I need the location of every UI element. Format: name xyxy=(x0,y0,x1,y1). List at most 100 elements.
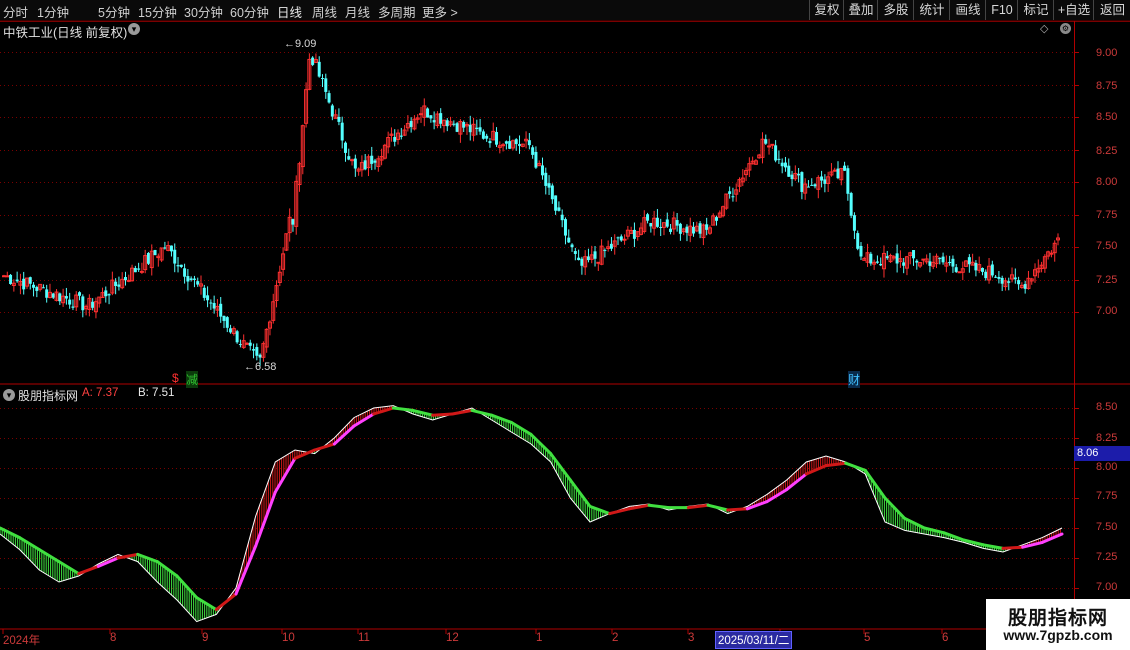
price-tick: 8.75 xyxy=(1096,80,1118,92)
candlestick xyxy=(832,167,837,172)
candlestick xyxy=(596,261,601,271)
candlestick xyxy=(698,221,702,239)
overlay-button[interactable]: 叠加 xyxy=(843,0,878,20)
candlestick xyxy=(32,282,36,297)
candle-body xyxy=(222,315,226,321)
period-tab-60min[interactable]: 60分钟 xyxy=(230,2,269,21)
candlestick xyxy=(661,222,666,236)
candle-body xyxy=(649,222,653,227)
period-tab-multi[interactable]: 多周期 xyxy=(378,2,416,21)
candlestick xyxy=(455,121,459,133)
candle-body xyxy=(343,142,347,153)
candlestick xyxy=(750,156,755,165)
candle-body xyxy=(15,279,19,282)
candlestick xyxy=(47,283,52,299)
candle-body xyxy=(238,344,242,346)
period-tab-monthly[interactable]: 月线 xyxy=(345,2,370,21)
candle-body xyxy=(35,287,39,291)
candle-body xyxy=(836,168,840,179)
adjust-button[interactable]: 复权 xyxy=(809,0,844,20)
candle-body xyxy=(1017,280,1021,285)
stats-button[interactable]: 统计 xyxy=(913,0,950,20)
candle-body xyxy=(22,278,26,290)
candlestick xyxy=(934,253,939,269)
high-price-label: ←9.09 xyxy=(284,38,317,50)
candle-body xyxy=(320,78,324,80)
dividend-marker[interactable]: $ xyxy=(172,371,179,385)
candle-body xyxy=(957,271,962,274)
candlestick xyxy=(1010,267,1015,283)
period-tab-30min[interactable]: 30分钟 xyxy=(184,2,223,21)
candlestick xyxy=(71,299,75,311)
gear-icon[interactable]: ⚙ xyxy=(1060,23,1071,34)
candlestick xyxy=(843,161,847,171)
add-watchlist-button[interactable]: +自选 xyxy=(1053,0,1094,20)
price-tick: 8.00 xyxy=(1096,176,1118,188)
price-tick: 7.75 xyxy=(1096,209,1118,221)
draw-line-button[interactable]: 画线 xyxy=(949,0,986,20)
candlestick xyxy=(432,111,436,130)
candle-body xyxy=(399,135,403,137)
chevron-down-icon[interactable]: ▾ xyxy=(128,23,140,35)
reduce-holding-marker[interactable]: 减 xyxy=(186,371,199,388)
candlestick xyxy=(58,292,62,306)
candle-body xyxy=(1013,277,1017,280)
back-button[interactable]: 返回 xyxy=(1093,0,1130,20)
candlestick xyxy=(337,108,341,126)
candlestick xyxy=(879,257,883,267)
period-tab-15min[interactable]: 15分钟 xyxy=(138,2,177,21)
diamond-icon[interactable]: ◇ xyxy=(1040,22,1048,35)
candlestick xyxy=(15,271,19,283)
candlestick xyxy=(1017,276,1021,290)
candle-body xyxy=(123,277,127,281)
candlestick xyxy=(287,208,292,242)
candle-body xyxy=(169,245,173,252)
candlestick xyxy=(373,158,377,170)
candle-body xyxy=(619,236,623,241)
candle-body xyxy=(577,257,581,261)
candlestick xyxy=(215,299,220,317)
period-tab-5min[interactable]: 5分钟 xyxy=(98,2,130,21)
f10-button[interactable]: F10 xyxy=(985,0,1018,20)
candlestick xyxy=(324,73,328,99)
candle-body xyxy=(780,162,784,167)
period-tab-more[interactable]: 更多 > xyxy=(422,2,458,21)
candle-body xyxy=(1023,284,1027,289)
candle-body xyxy=(173,249,177,264)
period-tab-daily[interactable]: 日线 xyxy=(277,2,302,21)
finance-report-marker[interactable]: 财 xyxy=(848,371,861,388)
multi-stock-button[interactable]: 多股 xyxy=(877,0,914,20)
indicator-name[interactable]: 股朋指标网 xyxy=(18,387,78,404)
candlestick xyxy=(980,267,984,276)
candlestick xyxy=(563,217,567,245)
kline-chart-area[interactable] xyxy=(0,21,1130,650)
candle-body xyxy=(225,317,229,328)
candle-body xyxy=(324,78,328,92)
period-tab-weekly[interactable]: 周线 xyxy=(312,2,337,21)
period-tab-1min[interactable]: 1分钟 xyxy=(37,2,69,21)
chevron-down-icon[interactable]: ▾ xyxy=(3,389,15,401)
watermark-logo: 股朋指标网 www.7gpzb.com xyxy=(986,599,1130,650)
candle-body xyxy=(196,281,200,285)
candlestick xyxy=(510,139,515,151)
candlestick xyxy=(550,183,554,204)
period-toolbar: 分时 1分钟 5分钟 15分钟 30分钟 60分钟 日线 周线 月线 多周期 更… xyxy=(0,0,1130,21)
candle-body xyxy=(2,275,6,278)
candle-body xyxy=(846,168,850,194)
candlestick xyxy=(9,274,13,285)
period-tab-fenshi[interactable]: 分时 xyxy=(3,2,28,21)
candlestick xyxy=(126,274,131,283)
candlestick xyxy=(107,293,111,305)
indicator-line-b xyxy=(726,507,749,512)
mark-button[interactable]: 标记 xyxy=(1017,0,1054,20)
candlestick xyxy=(760,132,765,164)
candle-body xyxy=(951,258,955,267)
candle-body xyxy=(137,268,141,270)
candlestick xyxy=(133,265,137,273)
candlestick xyxy=(159,247,164,263)
candlestick xyxy=(577,249,581,261)
candle-body xyxy=(1000,277,1004,284)
candlestick xyxy=(908,251,913,265)
candlestick xyxy=(317,56,321,78)
candlestick xyxy=(91,298,95,311)
